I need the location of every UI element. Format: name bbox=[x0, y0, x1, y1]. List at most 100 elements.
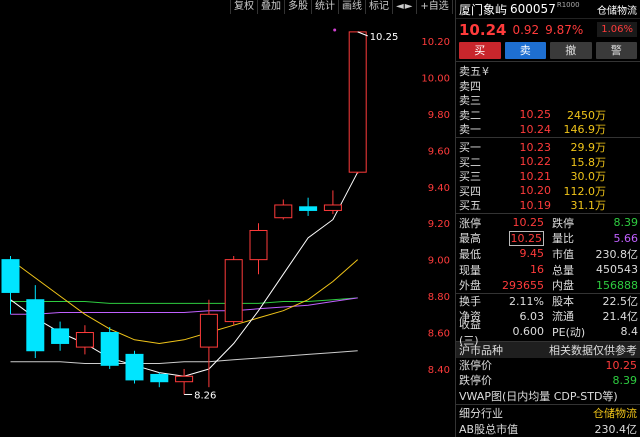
price-row: 10.24 0.92 9.87% 1.06% bbox=[456, 19, 640, 40]
orderbook-row: 卖四 bbox=[459, 79, 481, 93]
toolbar-add-watchlist[interactable]: +自选 bbox=[416, 0, 451, 14]
price-tick-label: 8.40 bbox=[428, 365, 450, 376]
price-tick-label: 8.80 bbox=[428, 292, 450, 303]
toolbar-mark[interactable]: 标记 bbox=[365, 0, 392, 14]
price-axis: 10.20 10.00 9.80 9.60 9.40 9.20 9.00 8.80 8.60 8.… bbox=[421, 37, 450, 376]
rate-badge: 1.06% bbox=[597, 22, 637, 37]
stock-name: 厦门象屿 bbox=[459, 2, 508, 17]
quote-panel: 厦门象屿 600057 R1000 仓储物流 10.24 0.92 9.87% … bbox=[455, 0, 640, 437]
price-tick-label: 10.20 bbox=[421, 37, 450, 48]
ab-market-cap-row: AB股总市值 230.4亿 bbox=[459, 422, 637, 436]
candle-body bbox=[199, 313, 218, 348]
candle bbox=[224, 255, 243, 326]
stats-row: 换手 2.11% 股本 22.5亿 bbox=[456, 292, 640, 309]
price-tick-label: 9.00 bbox=[428, 256, 450, 267]
candle-body bbox=[323, 204, 342, 211]
signal-dot bbox=[333, 28, 337, 32]
candle-body bbox=[274, 204, 293, 219]
candle-body bbox=[249, 229, 268, 261]
candle bbox=[249, 223, 268, 275]
candle bbox=[199, 299, 218, 388]
toolbar-stats[interactable]: 统计 bbox=[311, 0, 338, 14]
stock-code: 600057 bbox=[510, 2, 556, 16]
candle bbox=[348, 31, 367, 175]
industry-row: 细分行业 仓储物流 bbox=[459, 406, 637, 420]
vwap-row[interactable]: VWAP图(日内均量 CDP-STD等) bbox=[456, 388, 640, 405]
toolbar-fuquan[interactable]: 复权 bbox=[230, 0, 257, 14]
limit-down-row: 跌停价 8.39 bbox=[459, 373, 637, 388]
toolbar-arrows[interactable]: ◄► bbox=[392, 0, 416, 14]
candle-body bbox=[299, 206, 318, 211]
candle-body bbox=[150, 373, 169, 383]
stats-row: 外盘 293655 内盘 156888 bbox=[459, 278, 638, 293]
moving-average-lines bbox=[10, 171, 359, 377]
trade-buttons: 买 卖 撤 警 bbox=[456, 40, 640, 62]
price-change-pct: 9.87% bbox=[545, 22, 584, 37]
toolbar-overlay[interactable]: 叠加 bbox=[257, 0, 284, 14]
orderbook-row: 买三 10.21 30.0万 bbox=[459, 169, 606, 184]
orderbook-row: 卖二 10.25 2450万 bbox=[459, 108, 606, 122]
orderbook-row: 买五 10.19 31.1万 bbox=[459, 198, 606, 213]
price-tick-label: 10.00 bbox=[421, 73, 450, 84]
candle bbox=[26, 285, 45, 359]
candle bbox=[150, 372, 169, 388]
candle-body bbox=[348, 31, 367, 173]
candle bbox=[51, 321, 70, 351]
candle bbox=[274, 199, 293, 220]
price-tick-label: 9.20 bbox=[428, 219, 450, 230]
candle bbox=[175, 368, 194, 395]
candle-body bbox=[51, 328, 70, 344]
stats-table: 涨停 10.25 跌停 8.39 最高 10.25 量比 5.66 最低 9.45 市值 230.8亿… bbox=[456, 214, 640, 347]
candle-body bbox=[26, 299, 45, 352]
toolbar-draw[interactable]: 画线 bbox=[338, 0, 365, 14]
industry-label[interactable]: 仓储物流 bbox=[597, 2, 637, 17]
stats-row: 现量 16 总量 450543 bbox=[459, 263, 638, 277]
candle bbox=[1, 255, 20, 315]
orderbook-row: 买一 10.23 29.9万 bbox=[459, 140, 606, 155]
market-section-label[interactable]: 沪市品种 bbox=[459, 342, 503, 358]
candle bbox=[125, 350, 144, 384]
orderbook-row: 卖五¥ bbox=[459, 65, 489, 79]
stats-row: 收益(三) 0.600 PE(动) 8.4 bbox=[459, 317, 638, 347]
buy-button[interactable]: 买 bbox=[459, 42, 501, 59]
price-change: 0.92 bbox=[512, 22, 540, 37]
last-price: 10.24 bbox=[459, 20, 507, 39]
candle-body bbox=[175, 375, 194, 383]
disclaimer: 相关数据仅供参考 bbox=[549, 343, 637, 357]
low-price-annotation: 8.26 bbox=[194, 390, 216, 401]
price-tick-label: 8.60 bbox=[428, 329, 450, 340]
ma5-line bbox=[10, 171, 359, 377]
kline-chart[interactable]: 10.20 10.00 9.80 9.60 9.40 9.20 9.00 8.80 8.60 8.… bbox=[0, 0, 455, 437]
chart-toolbar: 复权 叠加 多股 统计 画线 标记 ◄► +自选 返回 bbox=[230, 0, 479, 14]
sell-orderbook: 卖五¥ 卖四 卖三 卖二 10.25 2450万 卖一 10.24 146.9万 bbox=[456, 62, 640, 138]
high-price-annotation: 10.25 bbox=[370, 32, 399, 43]
ma-base-line bbox=[10, 350, 358, 364]
candle-body bbox=[1, 259, 20, 293]
buy-orderbook: 买一 10.23 29.9万 买二 10.22 15.8万 买三 10.21 30.0万 买… bbox=[456, 138, 640, 214]
candle bbox=[323, 190, 342, 215]
candle bbox=[100, 327, 119, 369]
alert-button[interactable]: 警 bbox=[595, 42, 637, 59]
candle bbox=[75, 325, 94, 355]
toolbar-multi[interactable]: 多股 bbox=[284, 0, 311, 14]
stats-row: 最高 10.25 量比 5.66 bbox=[459, 230, 638, 246]
stock-header: 厦门象屿 600057 R1000 仓储物流 bbox=[456, 0, 640, 19]
candle-body bbox=[75, 332, 94, 348]
market-section-header: 沪市品种 相关数据仅供参考 bbox=[456, 340, 640, 358]
stats-row: 涨停 10.25 跌停 8.39 bbox=[459, 216, 638, 230]
orderbook-row: 卖一 10.24 146.9万 bbox=[459, 122, 606, 137]
price-tick-label: 9.60 bbox=[428, 146, 450, 157]
candle-body bbox=[224, 259, 243, 323]
orderbook-row: 买四 10.20 112.0万 bbox=[459, 184, 606, 198]
limit-up-row: 涨停价 10.25 bbox=[459, 358, 637, 373]
orderbook-row: 卖三 bbox=[459, 94, 481, 108]
stats-row: 最低 9.45 市值 230.8亿 bbox=[459, 247, 638, 261]
price-tick-label: 9.40 bbox=[428, 183, 450, 194]
orderbook-row: 买二 10.22 15.8万 bbox=[459, 155, 606, 169]
candle-body bbox=[100, 332, 119, 366]
candle bbox=[299, 197, 318, 216]
cancel-order-button[interactable]: 撤 bbox=[550, 42, 592, 59]
stock-tag: R1000 bbox=[556, 1, 580, 9]
sell-button[interactable]: 卖 bbox=[504, 42, 546, 59]
price-tick-label: 9.80 bbox=[428, 110, 450, 121]
